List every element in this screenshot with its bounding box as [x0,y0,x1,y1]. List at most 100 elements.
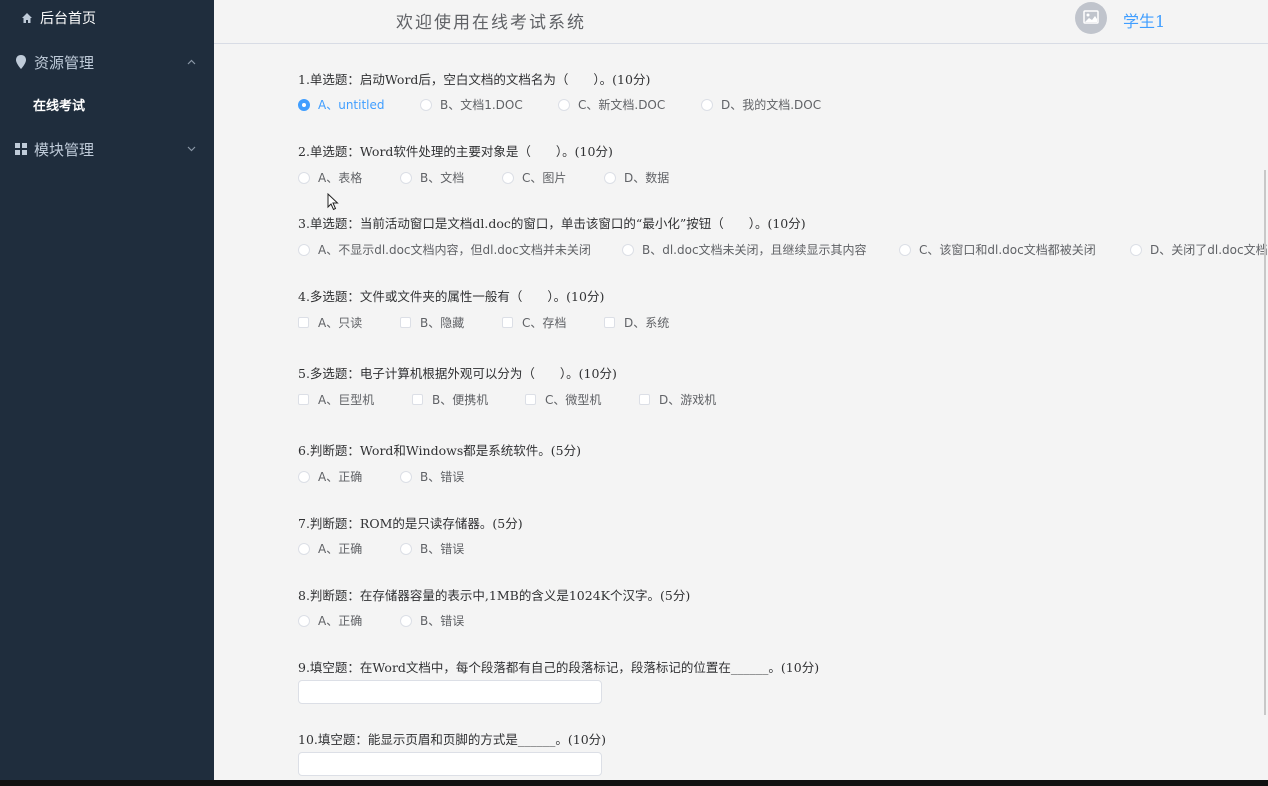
radio-icon [400,171,412,184]
question-title: 2.单选题：Word软件处理的主要对象是（ ）。(10分) [298,144,613,159]
sidebar-item-label: 在线考试 [33,98,86,114]
location-icon [14,55,28,69]
option-radio[interactable]: A、不显示dl.doc文档内容，但dl.doc文档并未关闭 [298,241,591,257]
radio-icon [604,171,616,184]
radio-icon [701,98,713,111]
fill-answer-input[interactable] [298,680,602,704]
sidebar-item-resource[interactable]: 资源管理 [0,40,214,84]
option-checkbox[interactable]: C、存档 [502,314,566,331]
radio-icon [400,542,412,555]
checkbox-icon [639,394,650,405]
option-label: B、错误 [420,614,465,628]
username[interactable]: 学生1 [1123,8,1165,32]
option-radio[interactable]: B、文档1.DOC [420,96,523,113]
option-radio[interactable]: A、正确 [298,612,362,629]
option-label: B、文档 [420,171,465,185]
option-radio[interactable]: B、dl.doc文档未关闭，且继续显示其内容 [622,241,867,257]
option-checkbox[interactable]: A、只读 [298,314,362,331]
option-label: D、我的文档.DOC [721,98,822,112]
question-title: 7.判断题：ROM的是只读存储器。(5分) [298,516,523,531]
option-label: A、不显示dl.doc文档内容，但dl.doc文档并未关闭 [318,243,591,257]
option-radio[interactable]: A、untitled [298,96,385,113]
radio-icon [298,470,310,483]
sidebar: 后台首页 资源管理 在线考试 模块管理 [0,0,214,786]
option-label: C、该窗口和dl.doc文档都被关闭 [919,243,1096,257]
window-bottom-edge [0,780,1268,786]
option-radio[interactable]: C、该窗口和dl.doc文档都被关闭 [899,241,1096,257]
question-title: 10.填空题：能显示页眉和页脚的方式是______。(10分) [298,732,607,747]
option-label: D、关闭了dl.doc文档 [1150,243,1268,257]
checkbox-icon [525,394,536,405]
scrollbar[interactable] [1264,170,1266,715]
radio-icon [298,542,310,555]
option-radio[interactable]: C、图片 [502,169,566,186]
option-radio[interactable]: D、关闭了dl.doc文档 [1130,241,1268,257]
checkbox-icon [412,394,423,405]
option-label: A、正确 [318,542,363,556]
fill-answer-input[interactable] [298,752,602,776]
radio-icon [400,470,412,483]
option-radio[interactable]: B、错误 [400,612,464,629]
radio-icon [899,243,911,256]
option-checkbox[interactable]: D、系统 [604,314,669,331]
option-label: B、错误 [420,470,465,484]
option-checkbox[interactable]: C、微型机 [525,391,601,408]
avatar[interactable] [1075,2,1107,34]
sidebar-item-module[interactable]: 模块管理 [0,127,214,171]
sidebar-item-home[interactable]: 后台首页 [0,0,214,36]
checkbox-icon [604,317,615,328]
question-title: 3.单选题：当前活动窗口是文档dl.doc的窗口，单击该窗口的“最小化”按钮（ … [298,216,806,231]
option-label: D、数据 [624,171,670,185]
checkbox-icon [298,317,309,328]
option-checkbox[interactable]: D、游戏机 [639,391,716,408]
sidebar-item-online-exam[interactable]: 在线考试 [0,84,214,124]
option-radio[interactable]: D、我的文档.DOC [701,96,821,113]
radio-icon [1130,243,1142,256]
option-label: A、巨型机 [318,393,375,407]
radio-icon [400,614,412,627]
radio-icon [298,614,310,627]
option-radio[interactable]: B、错误 [400,468,464,485]
option-label: B、便携机 [432,393,489,407]
option-label: A、正确 [318,614,363,628]
option-checkbox[interactable]: B、便携机 [412,391,488,408]
option-radio[interactable]: D、数据 [604,169,669,186]
grid-icon [14,142,28,156]
image-icon [1083,9,1099,28]
question-title: 4.多选题：文件或文件夹的属性一般有（ ）。(10分) [298,289,605,304]
option-checkbox[interactable]: A、巨型机 [298,391,374,408]
option-label: D、系统 [624,316,670,330]
radio-icon [298,243,310,256]
sidebar-item-label: 模块管理 [34,140,95,159]
option-radio[interactable]: A、正确 [298,468,362,485]
radio-checked-icon [298,98,310,111]
option-radio[interactable]: C、新文档.DOC [558,96,665,113]
chevron-up-icon [187,57,196,68]
sidebar-item-label: 资源管理 [34,53,95,72]
option-label: A、表格 [318,171,363,185]
radio-icon [502,171,514,184]
option-label: A、untitled [318,98,385,112]
page-title: 欢迎使用在线考试系统 [396,13,586,33]
home-icon [20,11,34,25]
option-radio[interactable]: A、表格 [298,169,362,186]
radio-icon [558,98,570,111]
radio-icon [298,171,310,184]
radio-icon [622,243,634,256]
option-label: C、微型机 [545,393,602,407]
option-label: C、图片 [522,171,567,185]
chevron-down-icon [187,144,196,155]
option-label: A、正确 [318,470,363,484]
question-title: 9.填空题：在Word文档中，每个段落都有自己的段落标记，段落标记的位置在___… [298,660,820,675]
question-options: A、不显示dl.doc文档内容，但dl.doc文档并未关闭 B、dl.doc文档… [298,241,1268,257]
option-radio[interactable]: A、正确 [298,540,362,557]
option-radio[interactable]: B、错误 [400,540,464,557]
mouse-cursor-icon [327,192,339,211]
checkbox-icon [298,394,309,405]
option-checkbox[interactable]: B、隐藏 [400,314,464,331]
question-title: 6.判断题：Word和Windows都是系统软件。(5分) [298,443,581,458]
option-label: D、游戏机 [659,393,717,407]
question-title: 8.判断题：在存储器容量的表示中,1MB的含义是1024K个汉字。(5分) [298,588,691,603]
option-radio[interactable]: B、文档 [400,169,464,186]
sidebar-item-label: 后台首页 [40,11,96,27]
